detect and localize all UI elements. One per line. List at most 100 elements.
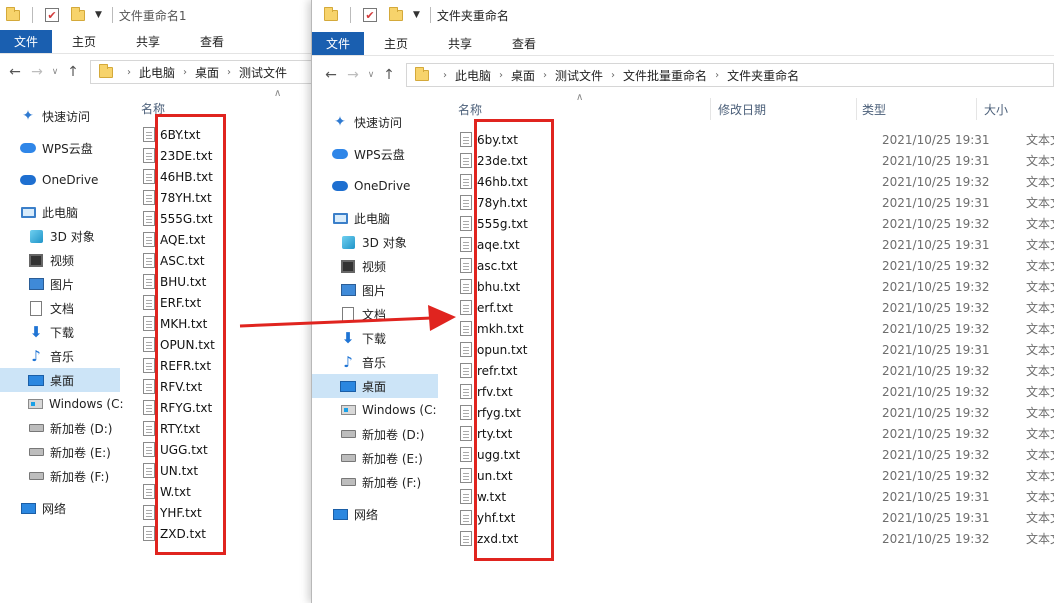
file-date: 2021/10/25 19:32 bbox=[882, 363, 990, 378]
breadcrumb-item[interactable]: 测试文件 bbox=[555, 67, 603, 84]
file-date: 2021/10/25 19:31 bbox=[882, 195, 990, 210]
chevron-right-icon[interactable]: › bbox=[543, 70, 547, 81]
chevron-down-icon[interactable]: ▼ bbox=[95, 10, 102, 20]
tab-home[interactable]: 主页 bbox=[364, 32, 428, 55]
breadcrumb-item[interactable]: 此电脑 bbox=[139, 64, 175, 81]
column-header-name[interactable]: 名称 bbox=[458, 97, 482, 121]
nav-item[interactable]: ♪ 音乐 bbox=[0, 344, 120, 368]
nav-item[interactable]: 新加卷 (F:) bbox=[0, 464, 120, 488]
nav-item[interactable]: 文档 bbox=[312, 302, 438, 326]
nav-item[interactable]: 视频 bbox=[312, 254, 438, 278]
folder-icon[interactable] bbox=[324, 6, 338, 21]
forward-arrow-icon[interactable]: → bbox=[342, 67, 364, 83]
chevron-right-icon[interactable]: › bbox=[443, 70, 447, 81]
tab-file[interactable]: 文件 bbox=[312, 32, 365, 55]
properties-icon[interactable]: ✔ bbox=[363, 8, 377, 22]
nav-item[interactable]: 新加卷 (D:) bbox=[0, 416, 120, 440]
chevron-right-icon[interactable]: › bbox=[183, 67, 187, 78]
network-icon bbox=[20, 500, 36, 516]
nav-item[interactable]: 桌面 bbox=[0, 368, 120, 392]
nav-item-label: 网络 bbox=[354, 507, 379, 522]
nav-item[interactable]: Windows (C: bbox=[312, 398, 438, 422]
chevron-right-icon[interactable]: › bbox=[227, 67, 231, 78]
breadcrumb: › 桌面 bbox=[491, 67, 535, 84]
folder-icon[interactable] bbox=[6, 6, 20, 21]
chevron-right-icon[interactable]: › bbox=[127, 67, 131, 78]
video-icon bbox=[28, 252, 44, 268]
document-icon bbox=[340, 306, 356, 322]
nav-item[interactable]: 文档 bbox=[0, 296, 120, 320]
up-arrow-icon[interactable]: ↑ bbox=[62, 64, 84, 80]
chevron-right-icon[interactable]: › bbox=[715, 70, 719, 81]
nav-item[interactable]: 网络 bbox=[0, 496, 120, 520]
nav-item[interactable]: 新加卷 (E:) bbox=[0, 440, 120, 464]
file-date: 2021/10/25 19:32 bbox=[882, 426, 990, 441]
drive-icon bbox=[340, 450, 356, 466]
nav-item[interactable]: 此电脑 bbox=[0, 200, 120, 224]
file-date: 2021/10/25 19:32 bbox=[882, 279, 990, 294]
nav-item-label: 快速访问 bbox=[354, 115, 403, 130]
chevron-right-icon[interactable]: › bbox=[611, 70, 615, 81]
new-folder-icon[interactable] bbox=[71, 6, 85, 21]
column-header-date[interactable]: 修改日期 bbox=[718, 97, 766, 121]
file-date: 2021/10/25 19:31 bbox=[882, 132, 990, 147]
tab-view[interactable]: 查看 bbox=[492, 32, 556, 55]
nav-item[interactable]: 图片 bbox=[312, 278, 438, 302]
nav-item[interactable]: 桌面 bbox=[312, 374, 438, 398]
chevron-down-icon[interactable]: ▼ bbox=[413, 10, 420, 20]
chevron-down-icon[interactable]: ∨ bbox=[364, 70, 378, 80]
nav-item[interactable]: ✦ 快速访问 bbox=[0, 104, 120, 128]
file-date: 2021/10/25 19:32 bbox=[882, 321, 990, 336]
nav-item[interactable]: 新加卷 (E:) bbox=[312, 446, 438, 470]
nav-item[interactable]: 新加卷 (D:) bbox=[312, 422, 438, 446]
forward-arrow-icon[interactable]: → bbox=[26, 64, 48, 80]
nav-item[interactable]: ⬇ 下载 bbox=[312, 326, 438, 350]
nav-item[interactable]: OneDrive bbox=[312, 174, 438, 198]
nav-item[interactable]: 此电脑 bbox=[312, 206, 438, 230]
tab-file[interactable]: 文件 bbox=[0, 30, 53, 53]
tab-view[interactable]: 查看 bbox=[180, 30, 244, 53]
nav-item-label: OneDrive bbox=[42, 173, 99, 187]
breadcrumb-item[interactable]: 此电脑 bbox=[455, 67, 491, 84]
breadcrumb-item[interactable]: 测试文件 bbox=[239, 64, 287, 81]
breadcrumb-item[interactable]: 桌面 bbox=[195, 64, 219, 81]
nav-item[interactable]: WPS云盘 bbox=[312, 142, 438, 166]
text-file-icon bbox=[143, 484, 155, 499]
nav-item[interactable]: 新加卷 (F:) bbox=[312, 470, 438, 494]
nav-item[interactable]: ✦ 快速访问 bbox=[312, 110, 438, 134]
tab-share[interactable]: 共享 bbox=[428, 32, 492, 55]
tab-home[interactable]: 主页 bbox=[52, 30, 116, 53]
music-icon: ♪ bbox=[31, 347, 41, 365]
nav-item[interactable]: 图片 bbox=[0, 272, 120, 296]
nav-item-label: OneDrive bbox=[354, 179, 411, 193]
breadcrumb-item[interactable]: 文件批量重命名 bbox=[623, 67, 707, 84]
nav-item[interactable]: 3D 对象 bbox=[312, 230, 438, 254]
star-icon: ✦ bbox=[334, 114, 346, 130]
column-header-size[interactable]: 大小 bbox=[984, 97, 1008, 121]
column-header-type[interactable]: 类型 bbox=[862, 97, 886, 121]
file-type: 文本文档 bbox=[1026, 490, 1054, 504]
breadcrumb-item[interactable]: 文件夹重命名 bbox=[727, 67, 799, 84]
back-arrow-icon[interactable]: ← bbox=[4, 64, 26, 80]
nav-item[interactable]: ♪ 音乐 bbox=[312, 350, 438, 374]
nav-item[interactable]: 视频 bbox=[0, 248, 120, 272]
properties-icon[interactable]: ✔ bbox=[45, 8, 59, 22]
chevron-right-icon[interactable]: › bbox=[499, 70, 503, 81]
nav-item[interactable]: WPS云盘 bbox=[0, 136, 120, 160]
explorer-window-source: ✔ ▼ 文件重命名1 文件 主页 共享 查看 ← → ∨ ↑ › 此电脑 › 桌面 › 测… bbox=[0, 0, 312, 603]
nav-item[interactable]: Windows (C: bbox=[0, 392, 123, 416]
new-folder-icon[interactable] bbox=[389, 6, 403, 21]
back-arrow-icon[interactable]: ← bbox=[320, 67, 342, 83]
chevron-down-icon[interactable]: ∨ bbox=[48, 67, 62, 77]
address-bar[interactable]: › 此电脑 › 桌面 › 测试文件 › 文件批量重命名 › 文件夹重命名 bbox=[406, 63, 1054, 87]
nav-item[interactable]: OneDrive bbox=[0, 168, 120, 192]
nav-item[interactable]: 3D 对象 bbox=[0, 224, 120, 248]
text-file-icon bbox=[460, 489, 472, 504]
nav-item[interactable]: ⬇ 下载 bbox=[0, 320, 120, 344]
drive-icon bbox=[28, 468, 44, 484]
breadcrumb-item[interactable]: 桌面 bbox=[511, 67, 535, 84]
tab-share[interactable]: 共享 bbox=[116, 30, 180, 53]
address-bar[interactable]: › 此电脑 › 桌面 › 测试文件 bbox=[90, 60, 312, 84]
nav-item[interactable]: 网络 bbox=[312, 502, 438, 526]
up-arrow-icon[interactable]: ↑ bbox=[378, 67, 400, 83]
